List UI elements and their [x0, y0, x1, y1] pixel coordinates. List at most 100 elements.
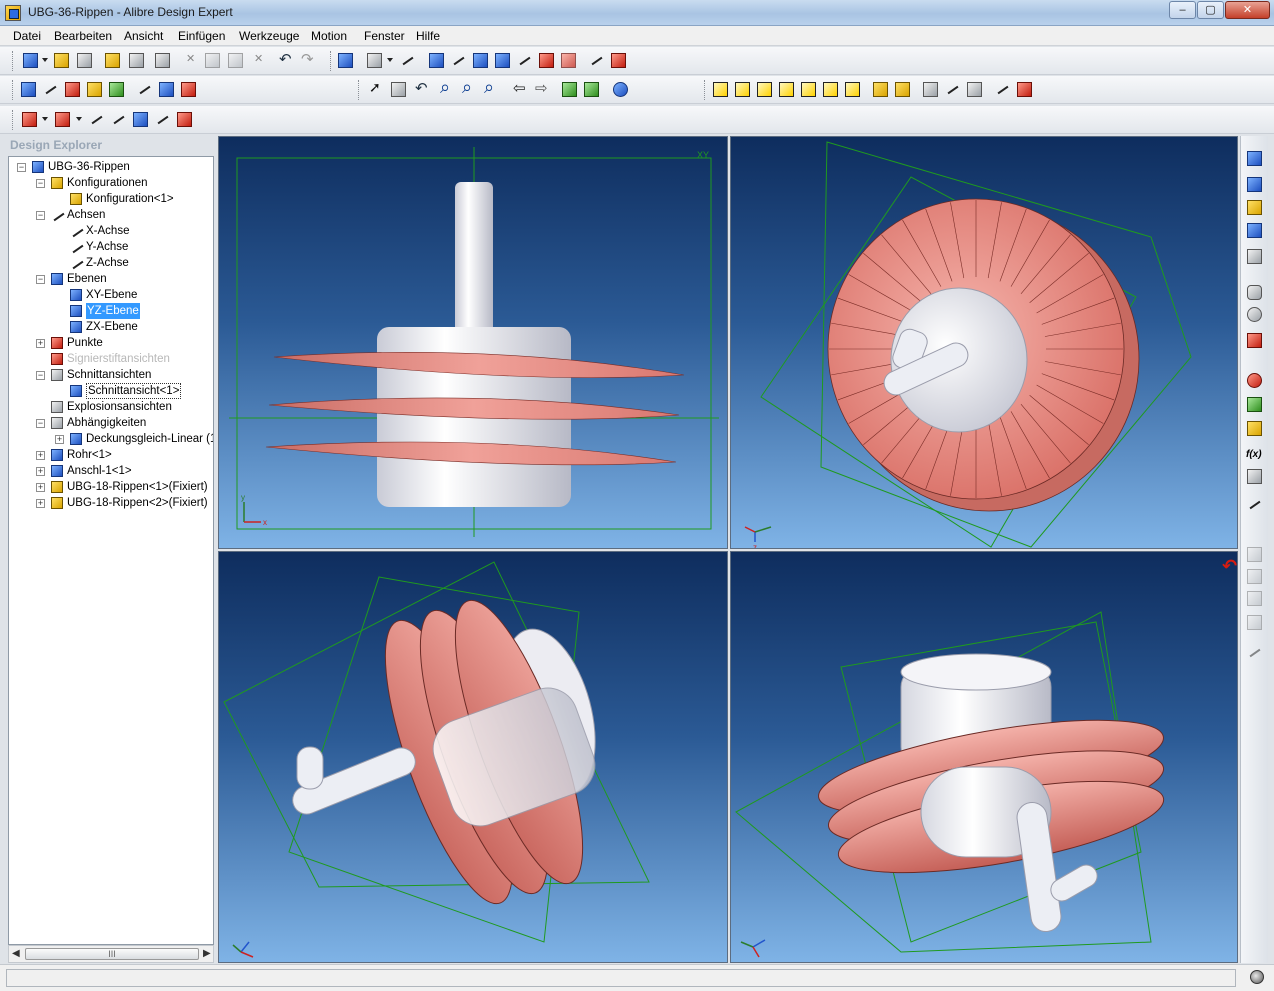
scroll-thumb[interactable]: III [25, 948, 199, 960]
open-workspace-icon[interactable] [104, 52, 121, 69]
analysis-icon[interactable] [588, 52, 605, 69]
select-pointer-icon[interactable] [367, 79, 384, 98]
redo-icon[interactable] [298, 50, 315, 69]
solid-icon[interactable] [1246, 222, 1263, 239]
expand-icon[interactable]: + [36, 339, 45, 348]
menu-einfuegen[interactable]: Einfügen [178, 29, 225, 43]
tree-item[interactable]: − Konfigurationen [15, 175, 213, 191]
display-mode-dropdown-icon[interactable] [387, 58, 393, 62]
edit-icon[interactable] [1246, 496, 1263, 513]
constraint-tangent-icon[interactable] [516, 52, 533, 69]
tree-item[interactable]: − Ebenen [15, 271, 213, 287]
part-icon[interactable] [1246, 176, 1263, 193]
print-preview-icon[interactable] [128, 52, 145, 69]
shape-icon[interactable] [1246, 306, 1263, 323]
tree-item[interactable]: + Rohr<1> [15, 447, 213, 463]
tree-item[interactable]: Z-Achse [15, 255, 213, 271]
reference-plane-icon[interactable] [20, 81, 37, 98]
assembly-icon[interactable] [1246, 150, 1263, 167]
scroll-right-icon[interactable]: ▶ [203, 948, 211, 959]
expand-icon[interactable]: + [36, 451, 45, 460]
tree-item[interactable]: + UBG-18-Rippen<2>(Fixiert) [15, 495, 213, 511]
interference-icon[interactable] [399, 52, 416, 69]
delete-icon[interactable] [250, 52, 267, 69]
collapse-icon[interactable]: − [36, 419, 45, 428]
grid-icon[interactable] [1246, 248, 1263, 265]
motion-icon[interactable] [610, 52, 627, 69]
function-icon[interactable]: f(x) [1246, 446, 1263, 463]
iso-right-canvas[interactable] [731, 552, 1238, 963]
view-front-icon[interactable] [712, 81, 729, 98]
insert-component-icon[interactable] [21, 111, 38, 128]
hexagon-icon[interactable] [1246, 284, 1263, 301]
tree-item[interactable]: XY-Ebene [15, 287, 213, 303]
anchor-icon[interactable] [154, 111, 171, 128]
viewport-side[interactable]: z [730, 136, 1238, 549]
insert-component-dropdown-icon[interactable] [42, 117, 48, 121]
component-icon[interactable] [1246, 396, 1263, 413]
collapse-icon[interactable]: − [36, 275, 45, 284]
tree-item[interactable]: Konfiguration<1> [15, 191, 213, 207]
zoom-in-icon[interactable] [439, 77, 456, 98]
iso-left-canvas[interactable] [219, 552, 728, 963]
expand-icon[interactable]: + [55, 435, 64, 444]
view-right-icon[interactable] [778, 81, 795, 98]
view-back-icon[interactable] [734, 81, 751, 98]
tree-item[interactable]: + Anschl-1<1> [15, 463, 213, 479]
collapse-icon[interactable]: − [36, 371, 45, 380]
color-properties-icon[interactable] [108, 81, 125, 98]
configuration-table-icon[interactable] [86, 81, 103, 98]
mass-properties-icon[interactable] [158, 81, 175, 98]
color-cube-icon[interactable] [1246, 332, 1263, 349]
constraint-mate-icon[interactable] [450, 52, 467, 69]
new-dropdown-icon[interactable] [42, 58, 48, 62]
copy-icon[interactable] [204, 52, 221, 69]
viewport-iso-right[interactable] [730, 551, 1238, 963]
tree-item[interactable]: Schnittansicht<1> [15, 383, 213, 399]
measure-icon[interactable] [136, 81, 153, 98]
undo-icon[interactable] [276, 50, 293, 69]
expand-icon[interactable]: + [36, 483, 45, 492]
toolbar-grip[interactable] [12, 80, 15, 100]
tree-item[interactable]: X-Achse [15, 223, 213, 239]
maximize-button[interactable]: ▢ [1197, 1, 1224, 19]
shaded-mode-icon[interactable] [922, 81, 939, 98]
expand-icon[interactable]: + [36, 499, 45, 508]
new-icon[interactable] [22, 52, 39, 69]
constraint-align-icon[interactable] [472, 52, 489, 69]
tree-item[interactable]: Signierstiftansichten [15, 351, 213, 367]
undo-constraint-icon[interactable] [1246, 546, 1263, 563]
toolbar-grip[interactable] [358, 80, 361, 100]
toolbar-grip[interactable] [12, 51, 15, 71]
replace-component-icon[interactable] [54, 111, 71, 128]
rotate-90-right-icon[interactable] [894, 81, 911, 98]
viewport-front[interactable]: XY y x [218, 136, 728, 549]
view-isometric-icon[interactable] [844, 81, 861, 98]
blank-icon[interactable] [1246, 468, 1263, 485]
insert-part-icon[interactable] [428, 52, 445, 69]
rotate-component-icon[interactable] [110, 111, 127, 128]
insert-icon[interactable] [1246, 372, 1263, 389]
reference-point-icon[interactable] [64, 81, 81, 98]
hidden-line-icon[interactable] [966, 81, 983, 98]
tree-item[interactable]: ZX-Ebene [15, 319, 213, 335]
toolbar-grip[interactable] [12, 110, 15, 130]
menu-bearbeiten[interactable]: Bearbeiten [54, 29, 112, 43]
reference-icon[interactable] [1246, 614, 1263, 631]
menu-datei[interactable]: Datei [13, 29, 41, 43]
view-top-icon[interactable] [800, 81, 817, 98]
horizontal-scrollbar[interactable]: ◀ III ▶ [8, 945, 214, 963]
tree-item[interactable]: YZ-Ebene [15, 303, 213, 319]
tree-item[interactable]: − UBG-36-Rippen [15, 159, 213, 175]
toolbar-grip[interactable] [704, 80, 707, 100]
pan-icon[interactable] [390, 81, 407, 98]
front-view-canvas[interactable]: XY y x [219, 137, 728, 549]
menu-fenster[interactable]: Fenster [364, 29, 405, 43]
menu-werkzeuge[interactable]: Werkzeuge [239, 29, 299, 43]
display-mode-icon[interactable] [366, 52, 383, 69]
next-view-icon[interactable] [533, 79, 550, 98]
replace-dropdown-icon[interactable] [76, 117, 82, 121]
section-icon[interactable] [180, 81, 197, 98]
collapse-icon[interactable]: − [17, 163, 26, 172]
rotate-90-left-icon[interactable] [872, 81, 889, 98]
